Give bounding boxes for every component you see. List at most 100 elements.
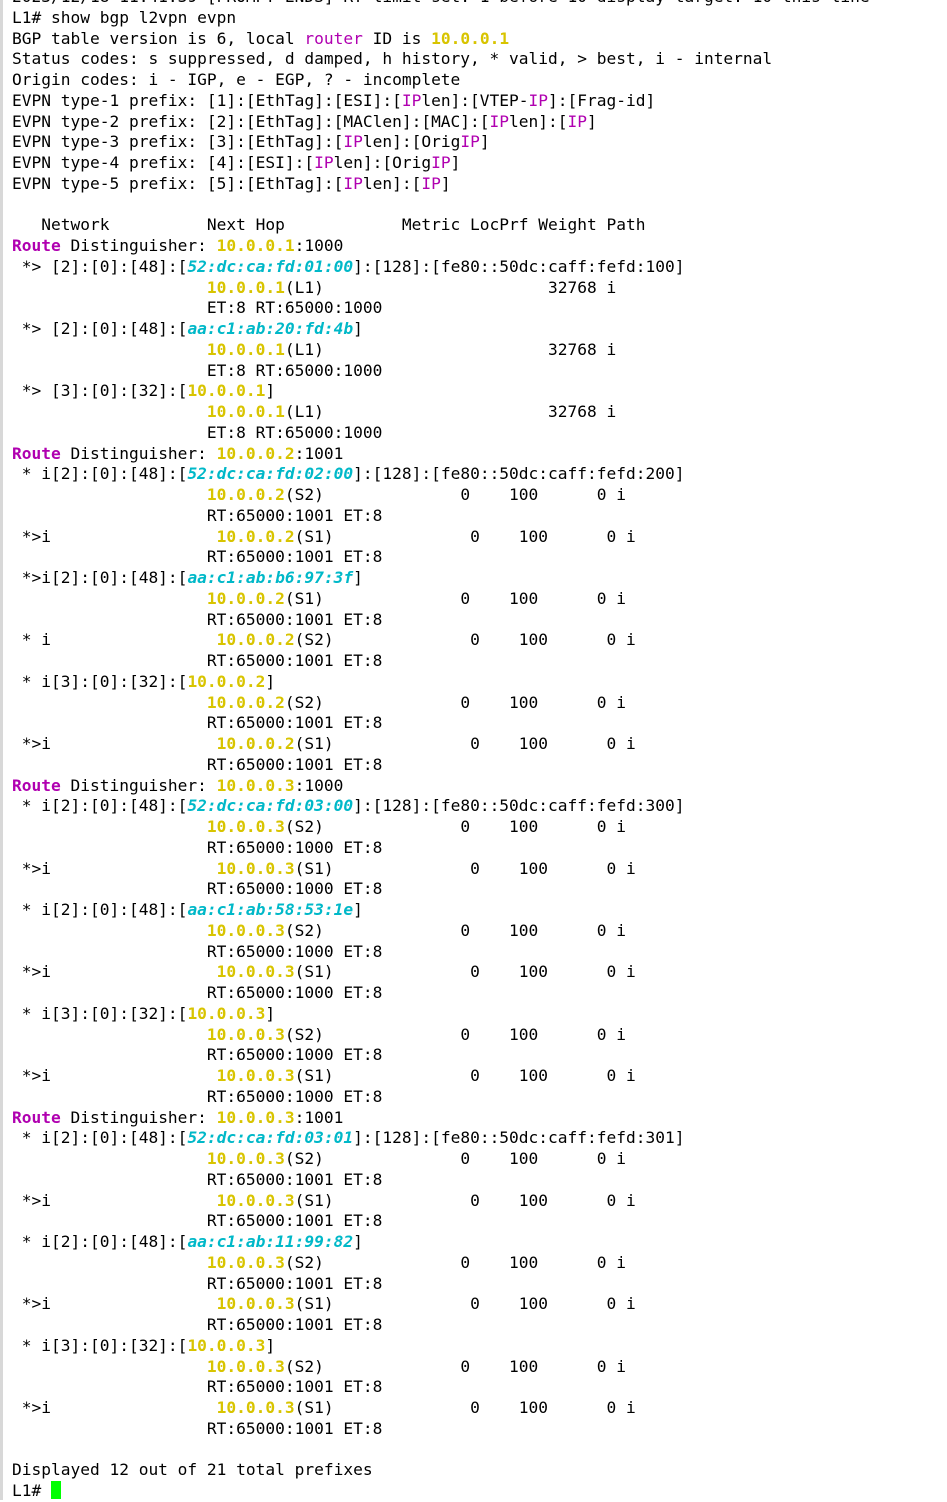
terminal-text: IP xyxy=(421,173,441,193)
terminal-text: Status codes: s suppressed, d damped, h … xyxy=(12,49,773,69)
terminal-text: ET:8 RT:65000:1000 xyxy=(12,422,383,442)
terminal-line: 10.0.0.2(S1) 0 100 0 i xyxy=(12,589,947,610)
ip-address: 10.0.0.3 xyxy=(206,1149,285,1168)
terminal-text: IP xyxy=(460,132,480,152)
terminal-text: IP xyxy=(528,90,549,110)
terminal-text: (S2) 0 100 0 i xyxy=(284,920,626,940)
terminal-text: BGP table version is 6, local xyxy=(12,28,305,48)
terminal-text: Distinguisher: xyxy=(60,443,217,463)
terminal-line: RT:65000:1000 ET:8 xyxy=(12,983,947,1004)
terminal-line: * i[3]:[0]:[32]:[10.0.0.2] xyxy=(12,672,947,693)
terminal-text: ] xyxy=(353,1232,363,1251)
terminal-text: len]:[ xyxy=(509,111,568,131)
terminal-line: *> [2]:[0]:[48]:[aa:c1:ab:20:fd:4b] xyxy=(12,319,947,340)
ip-address: 10.0.0.3 xyxy=(216,1190,295,1210)
terminal-line: RT:65000:1001 ET:8 xyxy=(12,610,947,631)
terminal-text: ] xyxy=(353,568,363,587)
terminal-line: RT:65000:1000 ET:8 xyxy=(12,1087,947,1108)
terminal-line: 10.0.0.3(S2) 0 100 0 i xyxy=(12,1357,947,1378)
terminal-text: (S1) 0 100 0 i xyxy=(294,734,636,753)
terminal-line: Displayed 12 out of 21 total prefixes xyxy=(12,1460,947,1481)
terminal-line: Network Next Hop Metric LocPrf Weight Pa… xyxy=(12,215,947,236)
terminal-text: ] xyxy=(265,1003,276,1023)
terminal-text: ]:[128]:[fe80::50dc:caff:fefd:200] xyxy=(353,464,685,484)
terminal-output[interactable]: 2023/12/18 11:41:39 [PROMPT ENDS] RT lim… xyxy=(12,0,947,1502)
terminal-line: *>i 10.0.0.3(S1) 0 100 0 i xyxy=(12,1294,947,1315)
ip-address: 10.0.0.1 xyxy=(216,236,295,255)
terminal-line: * i[3]:[0]:[32]:[10.0.0.3] xyxy=(12,1336,947,1357)
terminal-text: (S1) 0 100 0 i xyxy=(294,1066,636,1085)
terminal-line: *> [3]:[0]:[32]:[10.0.0.1] xyxy=(12,381,947,402)
terminal-line: EVPN type-1 prefix: [1]:[EthTag]:[ESI]:[… xyxy=(12,91,947,112)
terminal-line: *>i 10.0.0.3(S1) 0 100 0 i xyxy=(12,1398,947,1419)
terminal-line: RT:65000:1001 ET:8 xyxy=(12,1211,947,1232)
terminal-text: (S2) 0 100 0 i xyxy=(284,1024,626,1044)
prompt-line[interactable]: L1# xyxy=(12,1481,947,1502)
terminal-line: * i[2]:[0]:[48]:[52:dc:ca:fd:03:00]:[128… xyxy=(12,796,947,817)
terminal-line: * i[2]:[0]:[48]:[52:dc:ca:fd:03:01]:[128… xyxy=(12,1128,947,1149)
terminal-text: IP xyxy=(343,132,363,152)
terminal-text: IP xyxy=(343,173,363,193)
terminal-text: EVPN type-2 prefix: [2]:[EthTag]:[MAClen… xyxy=(12,111,490,131)
terminal-text: RT:65000:1001 ET:8 xyxy=(12,713,383,733)
terminal-text: ] xyxy=(265,671,276,691)
terminal-text: Distinguisher: xyxy=(60,1107,217,1127)
ip-address: 10.0.0.1 xyxy=(206,339,285,359)
terminal-text: (S2) 0 100 0 i xyxy=(284,485,626,504)
terminal-text: len]:[Orig xyxy=(362,132,461,152)
terminal-text: Distinguisher: xyxy=(60,236,217,255)
terminal-line: RT:65000:1000 ET:8 xyxy=(12,1045,947,1066)
terminal-text: len]:[VTEP- xyxy=(421,90,529,110)
terminal-line: RT:65000:1001 ET:8 xyxy=(12,547,947,568)
terminal-text: * i[2]:[0]:[48]:[ xyxy=(12,796,188,816)
terminal-line: Origin codes: i - IGP, e - EGP, ? - inco… xyxy=(12,70,947,91)
ip-address: 10.0.0.3 xyxy=(216,858,295,878)
terminal-text: len]:[Orig xyxy=(333,153,432,172)
terminal-line: * i[3]:[0]:[32]:[10.0.0.3] xyxy=(12,1004,947,1025)
terminal-text: Route xyxy=(12,1107,61,1127)
terminal-line: * i[2]:[0]:[48]:[52:dc:ca:fd:02:00]:[128… xyxy=(12,464,947,485)
terminal-text: RT:65000:1001 ET:8 xyxy=(12,1211,383,1231)
terminal-line: 2023/12/18 11:41:39 [PROMPT ENDS] RT lim… xyxy=(12,0,947,8)
terminal-text: * i[2]:[0]:[48]:[ xyxy=(12,900,188,919)
terminal-text: RT:65000:1000 ET:8 xyxy=(12,1086,383,1106)
terminal-line: RT:65000:1000 ET:8 xyxy=(12,838,947,859)
terminal-text: (S2) 0 100 0 i xyxy=(284,817,626,836)
ip-address: 10.0.0.2 xyxy=(216,630,295,650)
terminal-text: RT:65000:1001 ET:8 xyxy=(12,547,383,567)
terminal-text: RT:65000:1001 ET:8 xyxy=(12,505,383,525)
terminal-line: L1# show bgp l2vpn evpn xyxy=(12,8,947,29)
terminal-text: *>i xyxy=(12,1294,217,1314)
ip-address: 10.0.0.3 xyxy=(216,1107,295,1127)
terminal-text: RT:65000:1000 ET:8 xyxy=(12,983,383,1002)
terminal-text: (S1) 0 100 0 i xyxy=(284,588,626,608)
terminal-line: RT:65000:1000 ET:8 xyxy=(12,879,947,900)
terminal-text: RT:65000:1000 ET:8 xyxy=(12,879,383,899)
ip-address: 10.0.0.3 xyxy=(206,1356,285,1376)
terminal-text: IP xyxy=(489,111,510,131)
mac-address: 52:dc:ca:fd:03:01 xyxy=(187,1128,354,1148)
ip-address: 10.0.0.3 xyxy=(216,1294,295,1314)
terminal-text: * i[2]:[0]:[48]:[ xyxy=(12,464,188,484)
terminal-line: RT:65000:1001 ET:8 xyxy=(12,755,947,776)
terminal-line: 10.0.0.1(L1) 32768 i xyxy=(12,402,947,423)
terminal-line: EVPN type-5 prefix: [5]:[EthTag]:[IPlen]… xyxy=(12,174,947,195)
terminal-line: *>i 10.0.0.2(S1) 0 100 0 i xyxy=(12,527,947,548)
terminal-line: ET:8 RT:65000:1000 xyxy=(12,423,947,444)
terminal-line: *>i[2]:[0]:[48]:[aa:c1:ab:b6:97:3f] xyxy=(12,568,947,589)
terminal-text: *> [2]:[0]:[48]:[ xyxy=(12,256,188,276)
terminal-text: (S2) 0 100 0 i xyxy=(294,630,636,650)
terminal-text: (S1) 0 100 0 i xyxy=(294,1294,636,1314)
ip-address: 10.0.0.3 xyxy=(216,1066,295,1085)
ip-address: 10.0.0.3 xyxy=(187,1335,266,1355)
terminal-text: router xyxy=(304,28,363,48)
terminal-line: Route Distinguisher: 10.0.0.3:1000 xyxy=(12,776,947,797)
ip-address: 10.0.0.3 xyxy=(206,920,285,940)
terminal-text: ] xyxy=(265,1335,276,1355)
